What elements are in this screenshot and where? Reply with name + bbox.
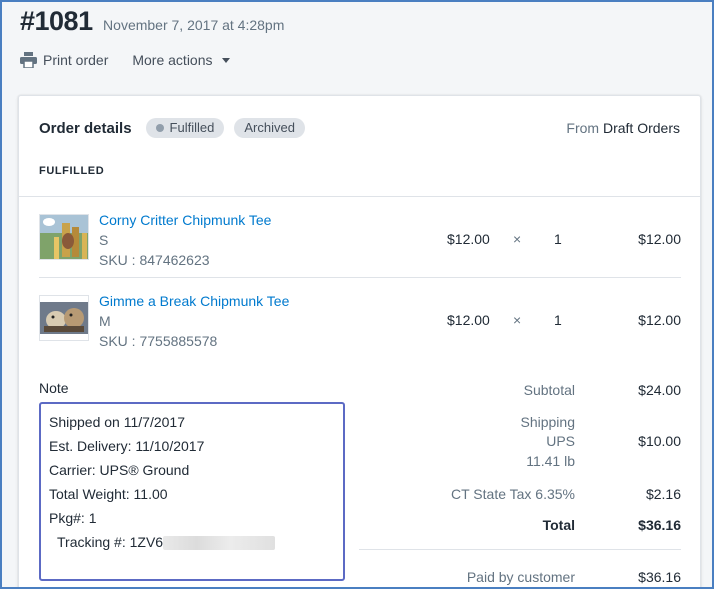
more-actions-button[interactable]: More actions [132, 52, 230, 68]
multiply-sign: × [513, 312, 522, 328]
note-line: Est. Delivery: 11/10/2017 [49, 438, 205, 454]
order-date: November 7, 2017 at 4:28pm [103, 17, 285, 33]
total-label: Total [542, 517, 575, 533]
quantity: 1 [554, 312, 562, 328]
quantity: 1 [554, 231, 562, 247]
shipping-value: $10.00 [638, 433, 681, 449]
shipping-weight: 11.41 lb [526, 453, 575, 469]
line-item: Gimme a Break Chipmunk Tee M SKU : 77558… [39, 291, 681, 355]
badge-label: Fulfilled [169, 120, 215, 135]
status-badge-archived: Archived [234, 118, 305, 138]
caret-down-icon [221, 57, 230, 63]
order-actions: Print order More actions [20, 52, 230, 68]
tracking-line: Tracking #: 1ZV6 [49, 530, 335, 554]
product-link[interactable]: Gimme a Break Chipmunk Tee [99, 291, 289, 311]
note-label: Note [39, 380, 69, 396]
note-line: Carrier: UPS® Ground [49, 462, 190, 478]
card-header: Order details Fulfilled Archived [39, 118, 315, 138]
order-source: From Draft Orders [566, 120, 680, 136]
total-value: $36.16 [638, 517, 681, 533]
unit-price: $12.00 [447, 231, 490, 247]
print-order-button[interactable]: Print order [20, 52, 108, 68]
order-header: #1081 November 7, 2017 at 4:28pm [20, 6, 700, 37]
product-variant: S [99, 232, 109, 248]
shipping-carrier: UPS [546, 433, 575, 449]
summary-divider [359, 549, 681, 550]
product-image-icon [40, 296, 88, 340]
tax-value: $2.16 [645, 486, 681, 502]
more-actions-label: More actions [132, 52, 213, 68]
note-line: Shipped on 11/7/2017 [49, 414, 185, 430]
note-line: Pkg#: 1 [49, 510, 97, 526]
product-info: Corny Critter Chipmunk Tee S SKU : 84746… [99, 210, 271, 270]
redacted-block [163, 536, 276, 551]
source-name: Draft Orders [602, 120, 680, 136]
tax-label: CT State Tax 6.35% [451, 486, 575, 502]
product-link[interactable]: Corny Critter Chipmunk Tee [99, 210, 271, 230]
card-title: Order details [39, 119, 132, 137]
badge-label: Archived [244, 120, 295, 135]
product-info: Gimme a Break Chipmunk Tee M SKU : 77558… [99, 291, 289, 351]
subtotal-label: Subtotal [523, 382, 575, 398]
product-thumbnail[interactable] [39, 214, 89, 260]
unit-price: $12.00 [447, 312, 490, 328]
multiply-sign: × [513, 231, 522, 247]
print-order-label: Print order [43, 52, 109, 68]
product-image-icon [40, 215, 88, 259]
product-sku: SKU : 7755885578 [99, 333, 218, 349]
note-textarea[interactable]: Shipped on 11/7/2017 Est. Delivery: 11/1… [39, 402, 345, 581]
fulfillment-heading: FULFILLED [39, 165, 105, 177]
divider [19, 196, 700, 197]
line-total: $12.00 [638, 312, 681, 328]
order-details-card: Order details Fulfilled Archived From Dr… [18, 95, 701, 589]
printer-icon [20, 52, 37, 68]
line-total: $12.00 [638, 231, 681, 247]
product-thumbnail[interactable] [39, 295, 89, 341]
note-line: Total Weight: 11.00 [49, 486, 168, 502]
status-badge-fulfilled: Fulfilled [145, 118, 225, 138]
paid-label: Paid by customer [466, 569, 575, 585]
source-prefix: From [566, 120, 600, 136]
order-number: #1081 [20, 6, 93, 36]
shipping-label: Shipping [520, 414, 576, 430]
product-variant: M [99, 313, 111, 329]
tracking-number: Tracking #: 1ZV6 [57, 534, 164, 550]
paid-value: $36.16 [638, 569, 681, 585]
subtotal-value: $24.00 [638, 382, 681, 398]
product-sku: SKU : 847462623 [99, 252, 210, 268]
item-divider [39, 277, 681, 278]
status-dot-icon [155, 123, 164, 132]
line-item: Corny Critter Chipmunk Tee S SKU : 84746… [39, 210, 681, 274]
